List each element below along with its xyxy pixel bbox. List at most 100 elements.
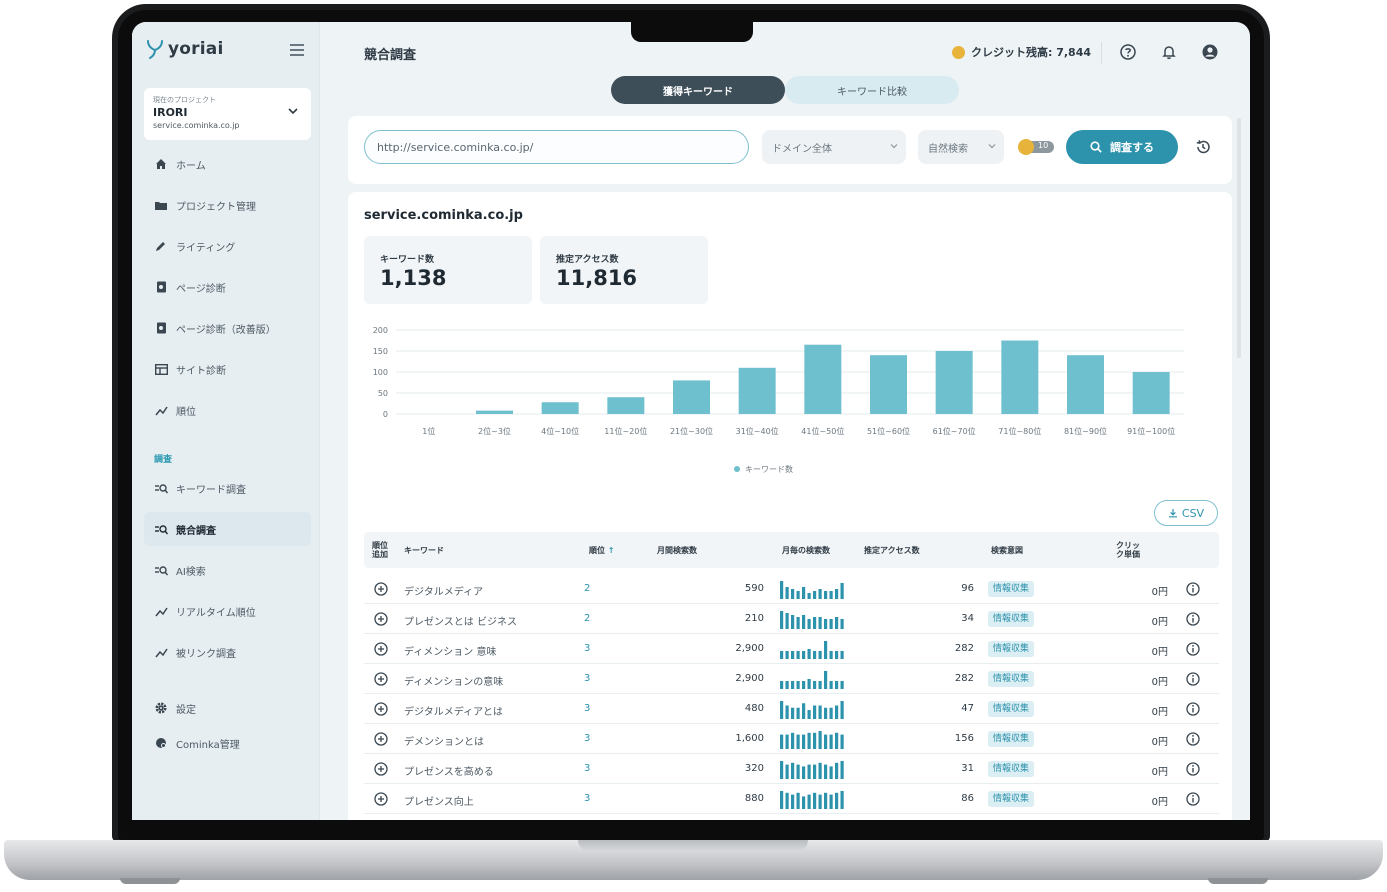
table-row[interactable]: プレゼンスとは ビジネス 2 210 34 情報収集 0円 — [364, 604, 1219, 634]
sidebar-item-page-audit[interactable]: ページ診断 — [144, 270, 311, 304]
add-rank-icon[interactable] — [374, 642, 388, 656]
chart-bar[interactable] — [541, 402, 579, 414]
table-row[interactable]: プレゼンスを高める 3 320 31 情報収集 0円 — [364, 754, 1219, 784]
chart-bar[interactable] — [935, 351, 973, 414]
cell-keyword[interactable]: プレゼンスとは ビジネス — [404, 613, 517, 628]
table-row[interactable]: プレゼンス向上 3 880 86 情報収集 0円 — [364, 784, 1219, 814]
cell-keyword[interactable]: プレゼンスを高める — [404, 763, 494, 778]
add-rank-icon[interactable] — [374, 732, 388, 746]
chart-bar[interactable] — [804, 344, 842, 414]
table-row[interactable]: デジタルメディア 2 590 96 情報収集 0円 — [364, 574, 1219, 604]
table-row[interactable]: デメンションとは 3 1,600 156 情報収集 0円 — [364, 724, 1219, 754]
add-rank-icon[interactable] — [374, 672, 388, 686]
scrollbar[interactable] — [1237, 118, 1241, 358]
url-input[interactable] — [364, 130, 749, 164]
sidebar-item-writing[interactable]: ライティング — [144, 229, 311, 263]
info-icon[interactable] — [1186, 762, 1200, 776]
info-icon[interactable] — [1186, 582, 1200, 596]
cell-keyword[interactable]: ディメンション 意味 — [404, 643, 496, 658]
cell-rank: 3 — [584, 703, 591, 714]
sparkline-bar — [780, 651, 784, 659]
credit-toggle[interactable]: 10 — [1018, 139, 1054, 155]
sparkline-bar — [818, 731, 822, 749]
add-rank-icon[interactable] — [374, 792, 388, 806]
header-cpc[interactable]: クリック単価 — [1116, 541, 1140, 559]
sidebar-item-ranking[interactable]: 順位 — [144, 393, 311, 427]
chevron-down-icon — [288, 108, 298, 115]
chart-x-tick-label: 41位~50位 — [801, 426, 844, 436]
user-avatar-icon[interactable] — [1201, 43, 1219, 61]
add-rank-icon[interactable] — [374, 612, 388, 626]
info-icon[interactable] — [1186, 702, 1200, 716]
help-icon[interactable] — [1119, 43, 1137, 61]
sparkline-bar — [840, 619, 844, 629]
cell-keyword[interactable]: ディメンションの意味 — [404, 673, 503, 688]
info-icon[interactable] — [1186, 672, 1200, 686]
scope-select[interactable]: ドメイン全体 — [762, 130, 906, 164]
chart-bar[interactable] — [476, 410, 513, 414]
header-access[interactable]: 推定アクセス数 — [864, 546, 920, 555]
add-rank-icon[interactable] — [374, 582, 388, 596]
rank-chart-icon — [154, 403, 168, 417]
sidebar-item-backlinks[interactable]: 被リンク調査 — [144, 635, 311, 669]
sidebar-item-keyword-research[interactable]: キーワード調査 — [144, 471, 311, 505]
stat-label: キーワード数 — [380, 255, 435, 265]
add-rank-icon[interactable] — [374, 702, 388, 716]
brand-logo[interactable]: yoriai — [146, 38, 223, 60]
sparkline-bar — [813, 591, 817, 599]
search-type-select[interactable]: 自然検索 — [918, 130, 1004, 164]
sidebar-section-research: 調査 — [154, 455, 173, 465]
sparkline-bar — [791, 762, 795, 779]
project-caption: 現在のプロジェクト — [153, 96, 216, 104]
header-rank[interactable]: 順位 ↑ — [589, 546, 615, 555]
project-selector[interactable]: 現在のプロジェクト IRORI service.cominka.co.jp — [144, 88, 311, 140]
toggle-value: 10 — [1038, 141, 1049, 150]
sparkline-bar — [807, 679, 811, 689]
add-rank-icon[interactable] — [374, 762, 388, 776]
cell-keyword[interactable]: プレゼンス向上 — [404, 793, 474, 808]
sidebar-item-projects[interactable]: プロジェクト管理 — [144, 188, 311, 222]
cell-keyword[interactable]: デジタルメディア — [404, 583, 483, 598]
chart-bar[interactable] — [1132, 372, 1170, 414]
table-row[interactable]: ディメンションの意味 3 2,900 282 情報収集 0円 — [364, 664, 1219, 694]
info-icon[interactable] — [1186, 792, 1200, 806]
cell-volume: 320 — [744, 763, 764, 774]
sidebar-item-cominka-admin[interactable]: Cominka管理 — [144, 726, 311, 760]
info-icon[interactable] — [1186, 732, 1200, 746]
chart-legend-label[interactable]: キーワード数 — [745, 464, 793, 474]
history-icon[interactable] — [1195, 139, 1211, 155]
table-row[interactable]: デジタルメディアとは 3 480 47 情報収集 0円 — [364, 694, 1219, 724]
gear-icon — [154, 701, 168, 715]
menu-toggle-icon[interactable] — [290, 44, 304, 56]
sidebar-item-home[interactable]: ホーム — [144, 147, 311, 181]
cell-access: 282 — [954, 673, 974, 684]
sparkline-bar — [829, 619, 833, 629]
cell-access: 31 — [961, 763, 974, 774]
sidebar-item-realtime-rank[interactable]: リアルタイム順位 — [144, 594, 311, 628]
chart-bar[interactable] — [1001, 340, 1039, 415]
chart-bar[interactable] — [673, 380, 710, 414]
chart-bar[interactable] — [870, 355, 907, 414]
chart-bar[interactable] — [607, 397, 645, 414]
sparkline-bar — [802, 615, 806, 629]
sidebar-item-ai-search[interactable]: AI検索 — [144, 553, 311, 587]
bell-icon[interactable] — [1160, 43, 1178, 61]
header-volume[interactable]: 月間検索数 — [657, 546, 697, 555]
download-icon — [1168, 509, 1177, 518]
chart-bar[interactable] — [1067, 355, 1104, 414]
sidebar-item-site-audit[interactable]: サイト診断 — [144, 352, 311, 386]
cell-keyword[interactable]: デジタルメディアとは — [404, 703, 503, 718]
info-icon[interactable] — [1186, 612, 1200, 626]
info-icon[interactable] — [1186, 642, 1200, 656]
table-row[interactable]: ディメンション 意味 3 2,900 282 情報収集 0円 — [364, 634, 1219, 664]
sidebar-item-competitor-research[interactable]: 競合調査 — [144, 512, 311, 546]
run-search-button[interactable]: 調査する — [1066, 130, 1178, 164]
header-keyword[interactable]: キーワード — [404, 546, 444, 555]
sidebar-item-settings[interactable]: 設定 — [144, 691, 311, 725]
csv-download-button[interactable]: CSV — [1154, 500, 1218, 526]
tab-acquired-keywords[interactable]: 獲得キーワード — [611, 76, 785, 104]
sidebar-item-page-audit-improved[interactable]: ページ診断（改善版） — [144, 311, 311, 345]
tab-keyword-compare[interactable]: キーワード比較 — [785, 76, 959, 104]
chart-bar[interactable] — [738, 367, 776, 414]
cell-keyword[interactable]: デメンションとは — [404, 733, 484, 748]
